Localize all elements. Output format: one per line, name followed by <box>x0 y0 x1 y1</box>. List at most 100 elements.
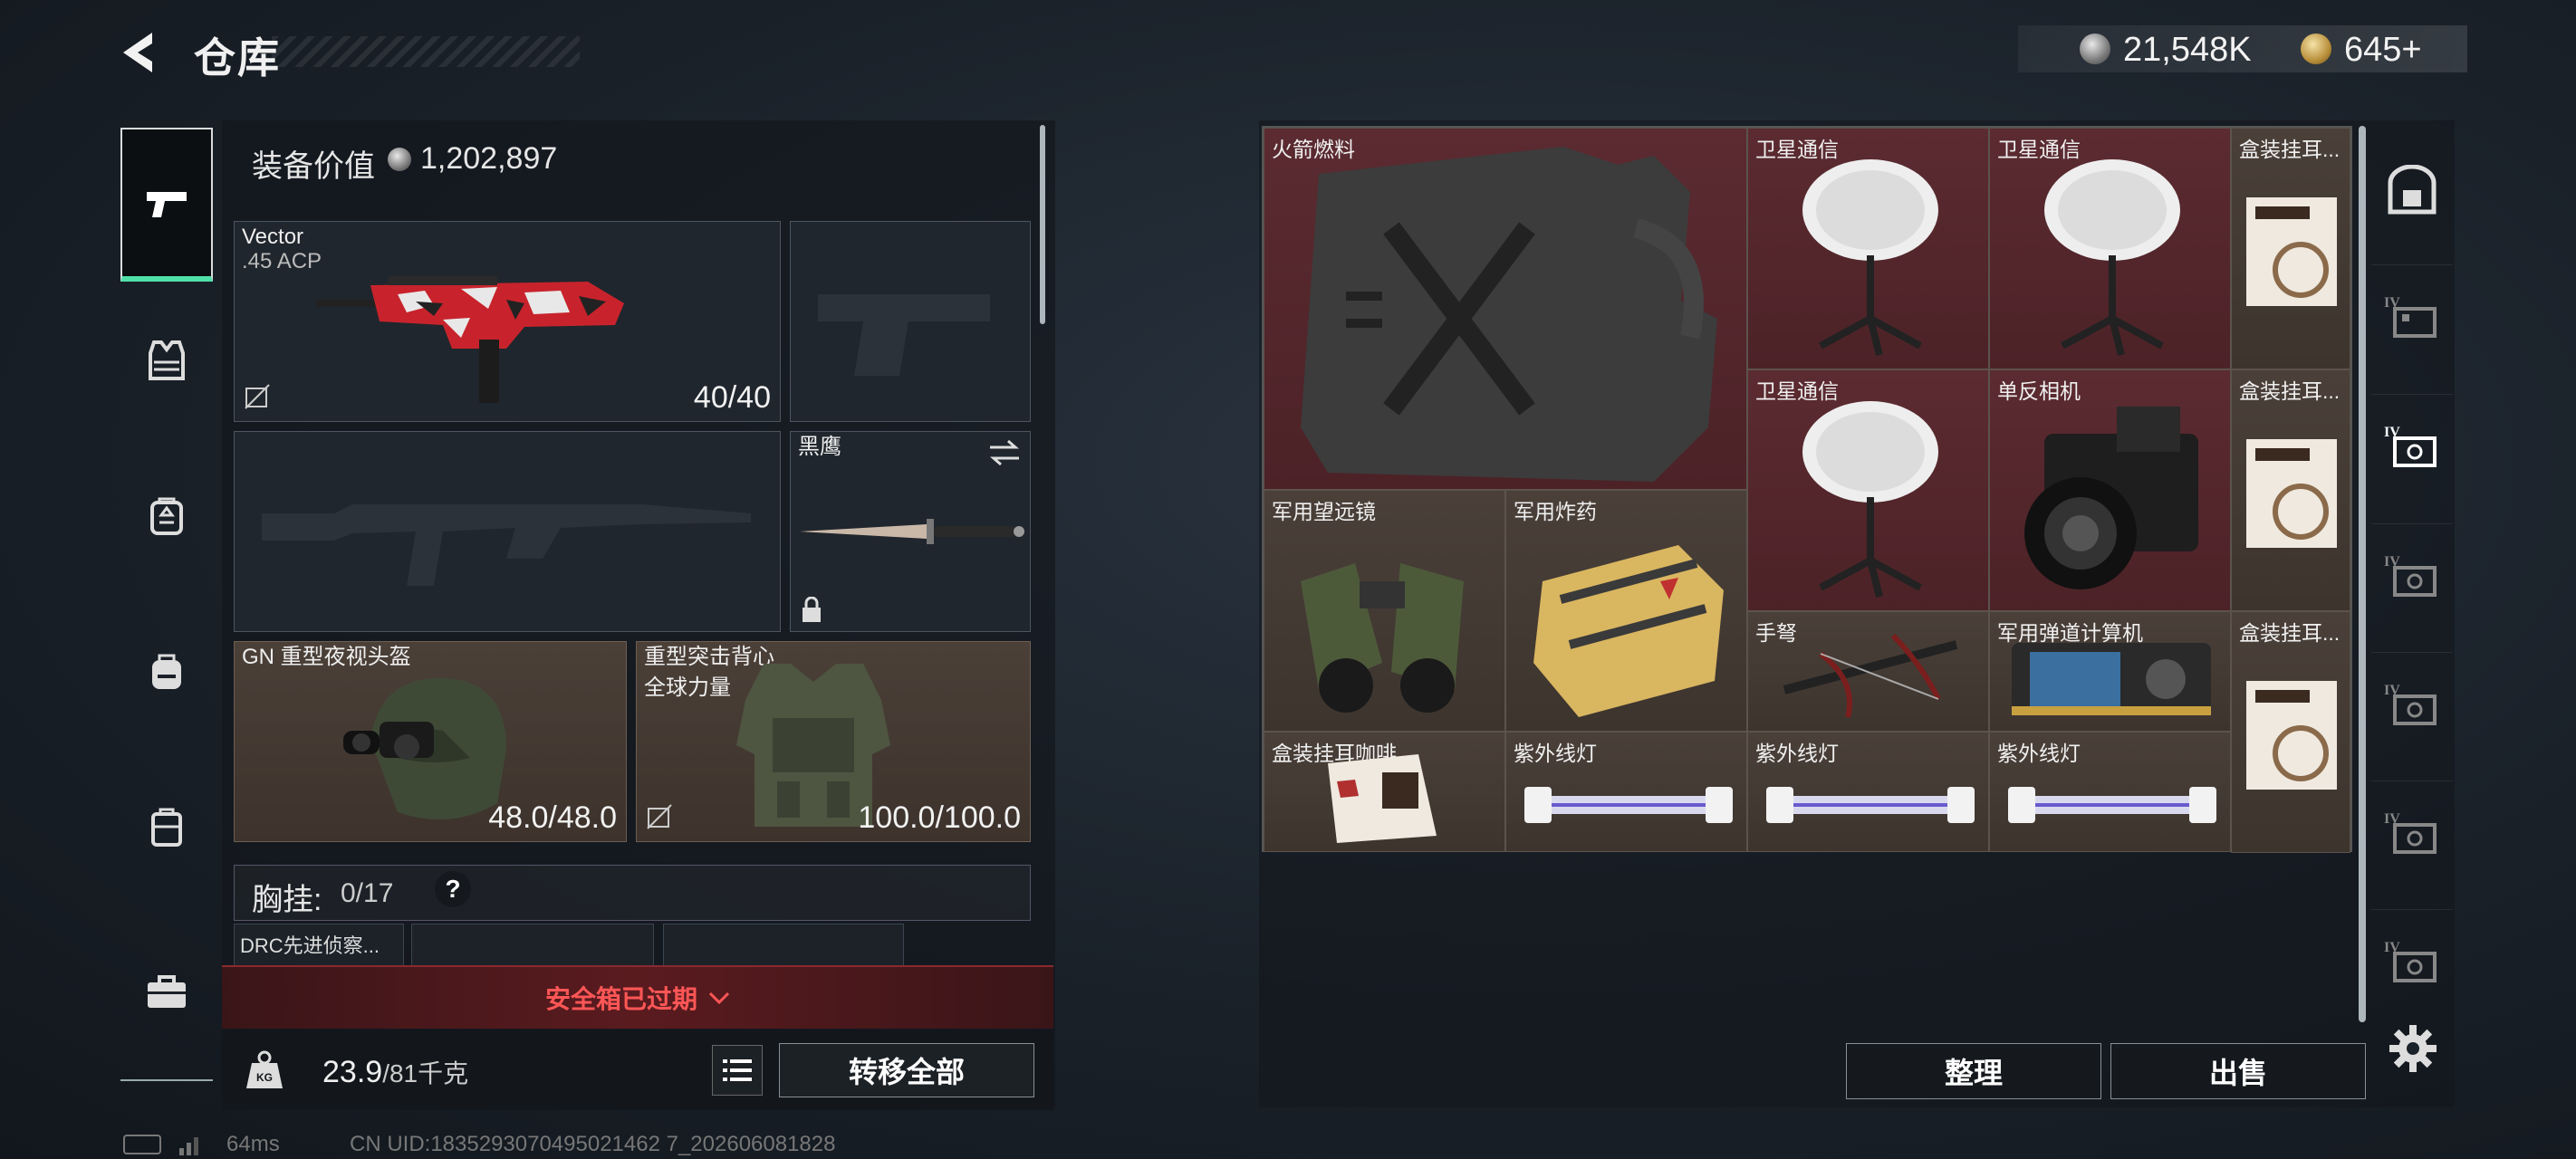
equipment-scrollbar[interactable] <box>1040 125 1045 324</box>
sell-button[interactable]: 出售 <box>2110 1043 2366 1099</box>
case-iv-icon: IV <box>2384 683 2437 725</box>
stash-item[interactable]: 盒装挂耳... <box>2231 369 2350 611</box>
silver-coin-icon <box>388 148 411 171</box>
battery-icon <box>123 1135 161 1154</box>
swap-icon[interactable] <box>988 439 1021 466</box>
backpack-icon <box>150 497 183 535</box>
equipment-value-label: 装备价值 <box>252 149 375 184</box>
rig-item-name: DRC先进侦察... <box>240 934 380 957</box>
stash-item[interactable]: 单反相机 <box>1989 369 2231 611</box>
back-button[interactable] <box>116 29 167 76</box>
stash-item[interactable]: 卫星通信 <box>1989 128 2231 369</box>
equipment-value: 1,202,897 <box>420 141 558 176</box>
stash-item[interactable]: 火箭燃料 <box>1264 128 1747 490</box>
uv-lamp-image <box>2008 787 2216 823</box>
stash-tab-case[interactable]: IV <box>2371 909 2453 1010</box>
help-button[interactable]: ? <box>435 871 471 907</box>
pistol-placeholder-icon <box>818 294 990 376</box>
weight-value: 23.9/81千克 <box>322 1054 468 1090</box>
not-insured-icon <box>647 804 672 829</box>
sort-button[interactable]: 整理 <box>1846 1043 2101 1099</box>
rig-slots: DRC先进侦察... <box>234 924 904 967</box>
stash-item[interactable]: 手弩 <box>1747 611 1989 732</box>
armor-name-line2: 全球力量 <box>644 675 731 700</box>
lock-icon <box>803 597 821 622</box>
coffee-box-image <box>2246 197 2337 306</box>
armor-slot[interactable]: 重型突击背心 全球力量 100.0/100.0 <box>636 641 1031 842</box>
case-iv-icon: IV <box>2384 295 2437 338</box>
helmet-name: GN 重型夜视头盔 <box>242 645 411 669</box>
gear-icon <box>2389 1025 2437 1072</box>
item-name: 紫外线灯 <box>1997 742 2081 765</box>
stash-item[interactable]: 盒装挂耳... <box>2231 128 2350 369</box>
nav-case[interactable] <box>120 781 213 872</box>
stash-item[interactable]: 紫外线灯 <box>1505 732 1747 852</box>
settings-button[interactable] <box>2388 1023 2438 1074</box>
signal-icon <box>179 1134 207 1155</box>
list-icon <box>723 1059 752 1081</box>
nav-weapons[interactable] <box>120 128 213 282</box>
stash-item[interactable]: 盒装挂耳咖啡 <box>1264 732 1505 852</box>
uv-lamp-image <box>1766 787 1975 823</box>
stash-item[interactable]: 盒装挂耳... <box>2231 611 2350 853</box>
back-arrow-icon <box>123 33 152 72</box>
ping: 64ms <box>226 1132 280 1156</box>
case-icon <box>151 808 182 847</box>
nav-divider <box>120 1079 213 1081</box>
primary-weapon-slot[interactable]: Vector .45 ACP 40/40 <box>234 221 781 422</box>
melee-slot[interactable]: 黑鹰 <box>790 431 1031 632</box>
case-iv-icon: IV <box>2384 425 2437 467</box>
stash-tab-case[interactable]: IV <box>2371 264 2453 365</box>
bag-icon <box>152 654 181 689</box>
not-insured-icon <box>245 384 270 409</box>
title-decoration <box>272 36 580 67</box>
secondary-weapon-slot[interactable] <box>234 431 781 632</box>
melee-name: 黑鹰 <box>798 435 841 459</box>
stash-item[interactable]: 军用炸药 <box>1505 490 1747 732</box>
stash-item[interactable]: 卫星通信 <box>1747 369 1989 611</box>
weapon-name: Vector <box>242 225 304 249</box>
rifle-placeholder-icon <box>262 504 751 586</box>
case-iv-icon: IV <box>2384 811 2437 854</box>
item-name: 盒装挂耳... <box>2239 621 2341 645</box>
pistol-icon <box>147 192 187 217</box>
chevron-down-icon <box>708 991 730 1004</box>
page-title: 仓库 <box>194 34 281 81</box>
silver-currency-value: 21,548K <box>2123 31 2252 69</box>
weight-icon: KG <box>246 1050 283 1088</box>
stash-tab-main[interactable] <box>2371 140 2453 240</box>
stash-tab-case[interactable]: IV <box>2371 523 2453 624</box>
nav-backpack[interactable] <box>120 626 213 716</box>
vector-smg-image <box>316 276 624 403</box>
uv-lamp-image <box>1524 787 1733 823</box>
stash-item[interactable]: 军用望远镜 <box>1264 490 1505 732</box>
stash-scrollbar[interactable] <box>2359 126 2366 1022</box>
item-name: 军用炸药 <box>1514 500 1597 523</box>
rig-slot[interactable] <box>663 924 904 967</box>
stash-item[interactable]: 紫外线灯 <box>1989 732 2231 852</box>
safe-box-expired-banner[interactable]: 安全箱已过期 <box>222 965 1053 1029</box>
transfer-all-button[interactable]: 转移全部 <box>779 1043 1034 1097</box>
helmet-slot[interactable]: GN 重型夜视头盔 48.0/48.0 <box>234 641 627 842</box>
svg-text:KG: KG <box>256 1071 273 1084</box>
stash-tab-case[interactable]: IV <box>2371 652 2453 752</box>
stash-item[interactable]: 紫外线灯 <box>1747 732 1989 852</box>
rig-slot[interactable] <box>411 924 654 967</box>
chest-rig-label: 胸挂: <box>252 883 322 917</box>
item-name: 盒装挂耳... <box>2239 379 2341 403</box>
nav-vest[interactable] <box>120 315 213 406</box>
case-iv-icon: IV <box>2384 940 2437 982</box>
list-view-button[interactable] <box>712 1045 763 1096</box>
satellite-dish-image <box>1802 159 1938 356</box>
nav-toolbox[interactable] <box>120 946 213 1037</box>
vest-icon <box>149 340 185 380</box>
stash-tab-case-active[interactable]: IV <box>2371 394 2453 494</box>
stash-item[interactable]: 军用弹道计算机 <box>1989 611 2231 732</box>
pistol-slot[interactable] <box>790 221 1031 422</box>
item-name: 紫外线灯 <box>1755 742 1839 765</box>
stash-tab-case[interactable]: IV <box>2371 781 2453 881</box>
rig-slot[interactable]: DRC先进侦察... <box>234 924 404 967</box>
nav-rig[interactable] <box>120 470 213 560</box>
explosives-crate-image <box>1533 545 1724 717</box>
stash-item[interactable]: 卫星通信 <box>1747 128 1989 369</box>
